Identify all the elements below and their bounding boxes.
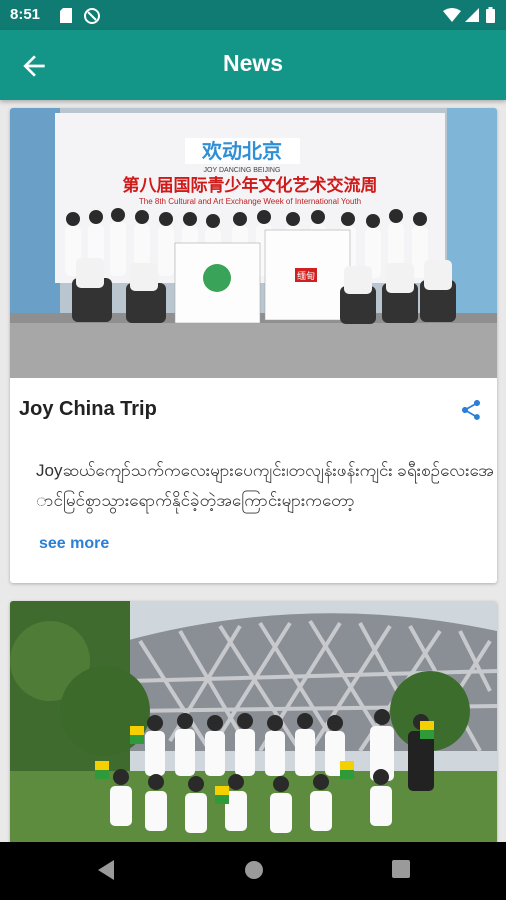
battery-icon — [486, 7, 495, 28]
dnd-icon — [84, 8, 100, 29]
page-title: News — [222, 50, 284, 76]
nav-back-icon[interactable] — [96, 859, 116, 886]
nav-recents-icon[interactable] — [391, 859, 411, 884]
banner-slogan-en: JOY DANCING BEIJING — [204, 167, 281, 174]
news-card[interactable]: 欢动北京 JOY DANCING BEIJING 第八届国际青少年文化艺术交流周… — [10, 108, 497, 583]
app-bar: News — [0, 30, 506, 100]
banner-slogan: 欢动北京 — [201, 139, 282, 163]
news-card[interactable] — [10, 601, 497, 861]
see-more-link[interactable]: see more — [39, 535, 109, 553]
news-photo: 欢动北京 JOY DANCING BEIJING 第八届国际青少年文化艺术交流周… — [10, 108, 497, 378]
status-time: 8:51 — [10, 6, 41, 23]
nav-home-icon[interactable] — [243, 859, 265, 886]
status-bar: 8:51 — [0, 0, 506, 30]
flag-label: 缅甸 — [297, 270, 315, 281]
banner-title: 第八届国际青少年文化艺术交流周 — [123, 175, 378, 195]
share-icon[interactable] — [459, 398, 483, 422]
wifi-icon — [443, 8, 461, 27]
system-nav-bar — [0, 842, 506, 900]
news-photo — [10, 601, 497, 861]
card-title: Joy China Trip — [19, 398, 157, 420]
card-body-text: Joyဆယ်ကျော်သက်ကလေးများပေကျင်း၊တလျန်းဖန်း… — [36, 461, 494, 510]
sd-card-icon — [60, 8, 72, 28]
banner-subtitle: The 8th Cultural and Art Exchange Week o… — [139, 197, 361, 206]
signal-icon — [465, 8, 479, 27]
